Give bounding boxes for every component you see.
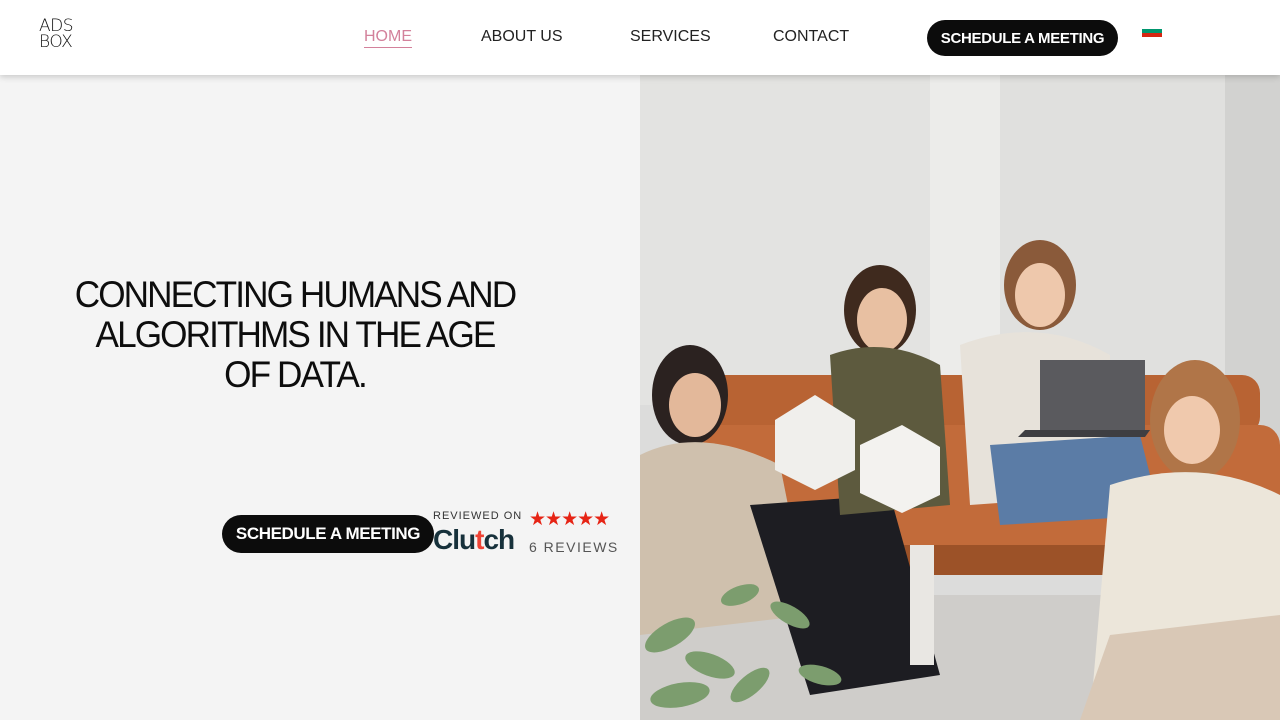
clutch-logo: Clutch bbox=[433, 524, 515, 556]
header-schedule-meeting-button[interactable]: SCHEDULE A MEETING bbox=[927, 20, 1118, 56]
nav-home[interactable]: HOME bbox=[364, 28, 412, 48]
logo-line-2: BOX bbox=[39, 32, 73, 52]
hero-schedule-meeting-button[interactable]: SCHEDULE A MEETING bbox=[222, 515, 434, 553]
bulgarian-flag-icon[interactable] bbox=[1142, 25, 1162, 37]
nav-about-us[interactable]: ABOUT US bbox=[481, 28, 563, 46]
team-photo bbox=[640, 75, 1280, 720]
hero-section: CONNECTING HUMANS AND ALGORITHMS IN THE … bbox=[0, 75, 640, 720]
clutch-brand-text: Clutch bbox=[433, 524, 515, 555]
clutch-review-widget[interactable]: REVIEWED ON Clutch ★★★★★ 6 REVIEWS bbox=[433, 508, 623, 558]
adsbox-logo[interactable]: ADS BOX bbox=[39, 18, 79, 52]
reviews-count: 6 REVIEWS bbox=[529, 539, 619, 555]
reviewed-on-label: REVIEWED ON bbox=[433, 510, 523, 522]
site-header: ADS BOX HOME ABOUT US SERVICES CONTACT S… bbox=[0, 0, 1280, 75]
hero-headline: CONNECTING HUMANS AND ALGORITHMS IN THE … bbox=[74, 274, 517, 395]
rating-stars-icon: ★★★★★ bbox=[529, 509, 610, 530]
clutch-accent-letter: t bbox=[475, 524, 484, 555]
nav-contact[interactable]: CONTACT bbox=[773, 28, 849, 46]
nav-services[interactable]: SERVICES bbox=[630, 28, 711, 46]
